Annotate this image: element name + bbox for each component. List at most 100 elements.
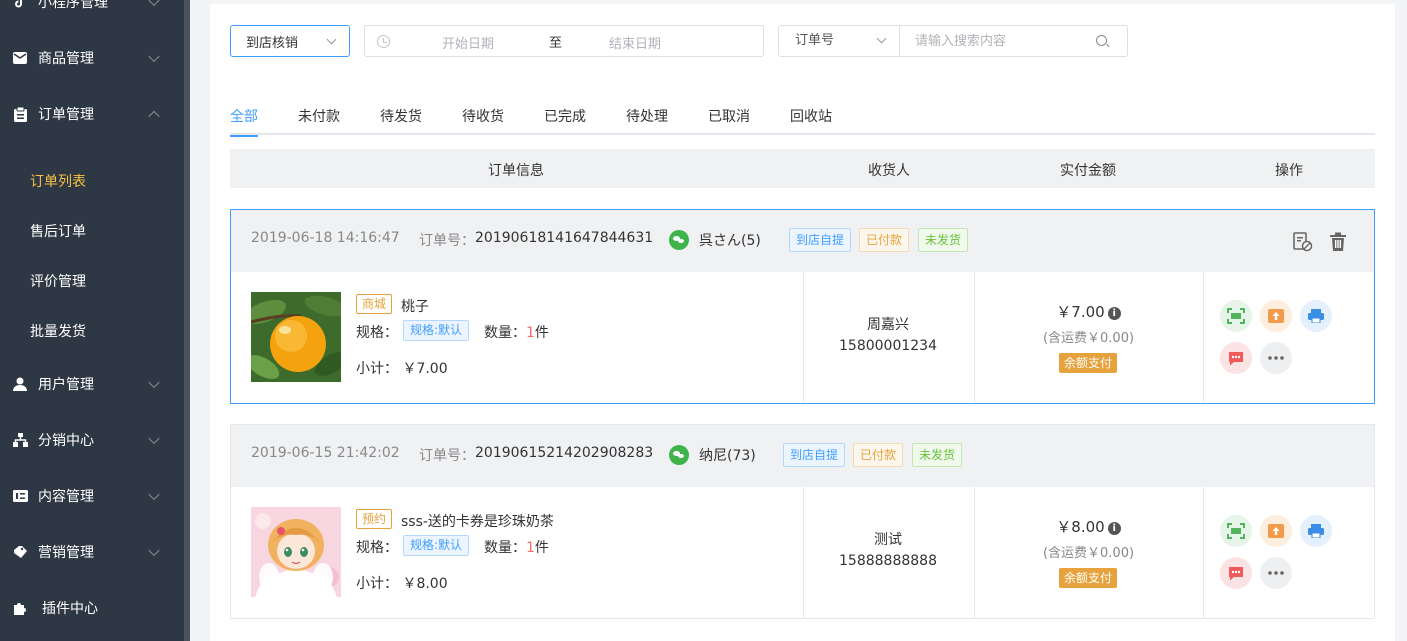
product-type-tag: 预约 [356, 509, 393, 529]
date-separator: 至 [549, 36, 563, 51]
print-button[interactable] [1300, 300, 1332, 332]
order-card[interactable]: 2019-06-15 21:42:02 订单号： 201906152142029… [230, 424, 1375, 619]
clipboard-icon [12, 106, 28, 122]
print-button[interactable] [1300, 515, 1332, 547]
subtotal-value: ￥8.00 [402, 576, 448, 592]
column-order-info: 订单信息 [488, 163, 544, 179]
spec-tag: 规格:默认 [403, 535, 470, 556]
chevron-down-icon [148, 488, 160, 501]
search-input[interactable] [901, 26, 1091, 56]
search-type-select[interactable]: 订单号 [779, 26, 900, 56]
order-header: 2019-06-18 14:16:47 订单号： 201906181416478… [231, 210, 1374, 272]
quantity-value: 1 [526, 540, 535, 556]
more-button[interactable] [1260, 557, 1292, 589]
menu-products[interactable]: 商品管理 [0, 30, 184, 86]
subtotal-label: 小计： [356, 576, 398, 592]
menu-users[interactable]: 用户管理 [0, 356, 184, 412]
tab-completed[interactable]: 已完成 [544, 106, 586, 135]
tab-to-ship[interactable]: 待发货 [380, 106, 422, 135]
product-name[interactable]: 桃子 [401, 296, 429, 316]
end-date-input[interactable]: 结束日期 [609, 33, 661, 52]
remark-icon[interactable] [1293, 232, 1313, 252]
menu-orders[interactable]: 订单管理 [0, 86, 184, 142]
menu-marketing[interactable]: 营销管理 [0, 524, 184, 580]
spec-label: 规格： [356, 325, 398, 341]
wechat-icon [669, 230, 689, 250]
chevron-up-icon [148, 110, 160, 123]
column-divider [1203, 272, 1204, 403]
puzzle-icon [12, 600, 28, 616]
chevron-down-icon [326, 34, 337, 45]
product-name[interactable]: sss-送的卡券是珍珠奶茶 [401, 511, 554, 531]
delivery-badge: 到店自提 [783, 443, 846, 467]
order-time: 2019-06-18 14:16:47 [251, 230, 400, 246]
order-type-select[interactable]: 到店核销 [230, 25, 350, 57]
delivery-badge: 到店自提 [789, 228, 852, 252]
order-body: 商城 桃子 规格： 规格:默认 数量：1件 小计： ￥7.00 周嘉兴 1580… [231, 272, 1374, 403]
verify-button[interactable] [1220, 515, 1252, 547]
clock-icon [377, 35, 390, 48]
shipping-fee: (含运费￥0.00) [1042, 331, 1135, 346]
printer-icon [1308, 524, 1324, 538]
payment-method-badge: 余额支付 [1059, 568, 1118, 588]
main-content: 到店核销 开始日期 至 结束日期 订单号 全部 未付款 待发货 待收货 已完成 … [210, 4, 1395, 641]
column-actions: 操作 [1275, 163, 1303, 179]
tab-all[interactable]: 全部 [230, 106, 258, 137]
tab-unpaid[interactable]: 未付款 [298, 106, 340, 135]
tab-recycle-bin[interactable]: 回收站 [790, 106, 832, 135]
more-button[interactable] [1260, 342, 1292, 374]
menu-distribution[interactable]: 分销中心 [0, 412, 184, 468]
message-button[interactable] [1220, 342, 1252, 374]
info-icon[interactable]: i [1107, 307, 1121, 320]
sidebar-item-reviews[interactable]: 评价管理 [30, 271, 86, 291]
payment-method-badge: 余额支付 [1059, 353, 1118, 373]
subtotal: 小计： ￥8.00 [356, 573, 448, 593]
subtotal-value: ￥7.00 [402, 361, 448, 377]
payment-status-badge: 已付款 [853, 443, 904, 467]
sidebar-item-after-sales[interactable]: 售后订单 [30, 221, 86, 241]
subtotal-label: 小计： [356, 361, 398, 377]
order-card[interactable]: 2019-06-18 14:16:47 订单号： 201906181416478… [230, 209, 1375, 404]
shipping-status-badge: 未发货 [918, 228, 969, 252]
message-button[interactable] [1220, 557, 1252, 589]
quantity-label: 数量： [484, 325, 526, 341]
ship-button[interactable] [1260, 300, 1292, 332]
product-image-peach[interactable] [251, 292, 341, 382]
sidebar-item-order-list[interactable]: 订单列表 [30, 171, 86, 191]
receiver-phone: 15888888888 [839, 553, 937, 569]
order-status-tabs: 全部 未付款 待发货 待收货 已完成 待处理 已取消 回收站 [230, 104, 1375, 137]
verify-button[interactable] [1220, 300, 1252, 332]
menu-miniprogram[interactable]: 小程序管理 [0, 0, 184, 30]
upload-box-icon [1268, 524, 1284, 538]
start-date-input[interactable]: 开始日期 [442, 33, 494, 52]
more-icon [1268, 571, 1284, 575]
paid-amount: ￥7.00 i [974, 301, 1203, 322]
info-icon[interactable]: i [1107, 522, 1121, 535]
buyer-name[interactable]: 呉さん(5) [699, 230, 761, 250]
tab-to-receive[interactable]: 待收货 [462, 106, 504, 135]
tab-cancelled[interactable]: 已取消 [708, 106, 750, 135]
buyer-name[interactable]: 纳尼(73) [699, 445, 756, 465]
tab-pending[interactable]: 待处理 [626, 106, 668, 135]
sidebar-edge [184, 0, 190, 641]
date-range-picker[interactable]: 开始日期 至 结束日期 [364, 25, 764, 57]
search-type-value: 订单号 [795, 33, 835, 48]
menu-content[interactable]: 内容管理 [0, 468, 184, 524]
chat-icon [1229, 566, 1243, 580]
sidebar-item-batch-ship[interactable]: 批量发货 [30, 321, 86, 341]
order-type-value: 到店核销 [246, 35, 299, 51]
product-image-anime-girl[interactable] [251, 507, 341, 597]
menu-label: 内容管理 [38, 489, 94, 505]
chevron-down-icon [148, 544, 160, 557]
tiktok-icon [12, 0, 28, 10]
content-icon [12, 488, 28, 504]
printer-icon [1308, 309, 1324, 323]
menu-label: 小程序管理 [38, 0, 108, 11]
trash-icon[interactable] [1329, 232, 1347, 252]
ship-button[interactable] [1260, 515, 1292, 547]
search-icon[interactable] [1096, 35, 1107, 46]
marketing-icon [12, 544, 28, 560]
chevron-down-icon [148, 50, 160, 63]
quantity-unit: 件 [534, 540, 549, 556]
menu-plugins[interactable]: 插件中心 [0, 580, 184, 636]
